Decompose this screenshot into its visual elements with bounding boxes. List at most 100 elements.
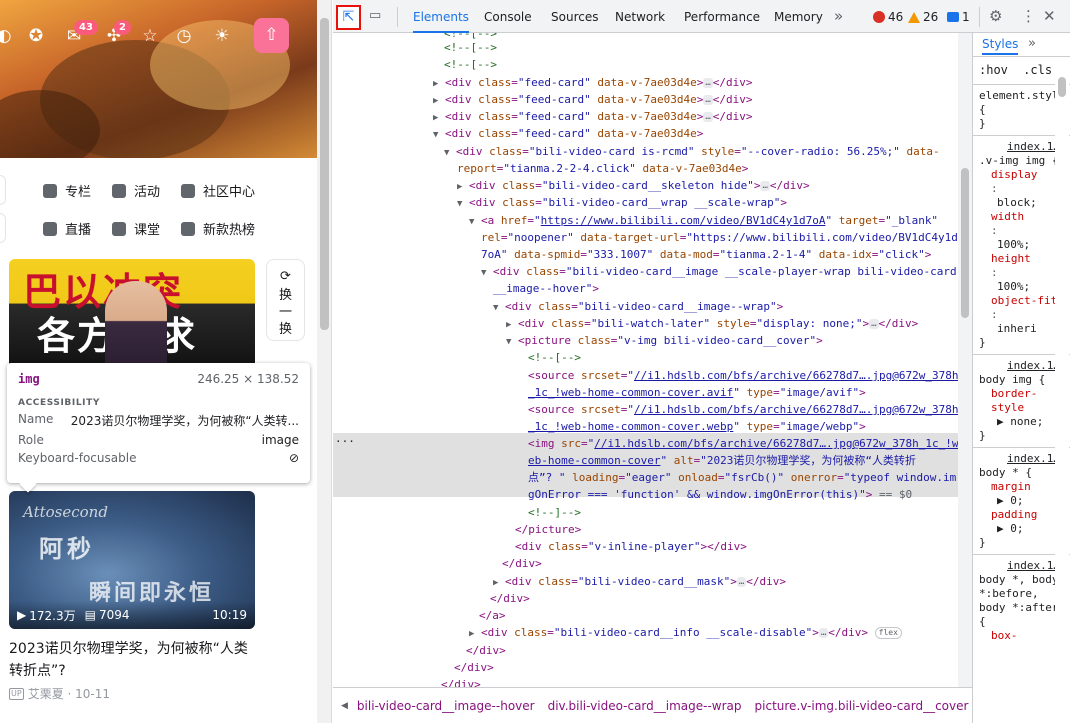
not-focusable-icon: ⊘ — [288, 451, 299, 465]
tab-elements[interactable]: Elements — [413, 0, 469, 33]
channel-stub-2[interactable] — [0, 213, 6, 243]
styles-tabbar: Styles » — [973, 33, 1070, 57]
message-count[interactable]: 1 — [947, 10, 970, 24]
favorites-icon[interactable]: ☆ — [140, 26, 160, 46]
nav-column[interactable]: 专栏 — [43, 181, 91, 200]
column-icon — [43, 183, 57, 198]
tree-line[interactable]: 7oA" data-spmid="333.1007" data-mod="tia… — [333, 246, 958, 263]
up-badge: UP — [9, 687, 24, 700]
tree-line[interactable]: </div> — [333, 555, 958, 572]
danmaku-count: 7094 — [98, 608, 130, 622]
refresh-icon: ⟳ — [280, 269, 291, 284]
creator-icon[interactable]: ☀ — [212, 26, 232, 46]
tab-memory[interactable]: Memory — [774, 0, 823, 33]
tree-line[interactable]: <source srcset="//i1.hdslb.com/bfs/archi… — [333, 367, 958, 384]
device-toolbar-icon[interactable]: ▭ — [369, 8, 385, 24]
history-icon[interactable]: ◷ — [174, 26, 194, 46]
styles-scrollbar[interactable] — [1055, 57, 1069, 723]
nav-community[interactable]: 社区中心 — [181, 181, 255, 200]
thumbnail-overlay-top: Attosecond — [23, 503, 108, 521]
tree-line[interactable]: </div> — [333, 676, 958, 687]
tab-sources[interactable]: Sources — [551, 0, 598, 33]
video-card-thumbnail-1[interactable]: 巴以冲突 各方诉求 — [9, 259, 255, 369]
video-author[interactable]: UP 艾栗夏 · 10-11 — [9, 685, 110, 702]
danmaku-icon: ▤ — [84, 608, 96, 622]
tab-console[interactable]: Console — [484, 0, 532, 33]
play-count: 172.3万 — [29, 608, 76, 623]
close-icon[interactable]: ✕ — [1043, 8, 1056, 24]
avatar[interactable]: ◐ — [0, 26, 14, 46]
upload-button[interactable]: ⇧ — [254, 18, 289, 53]
tree-line[interactable]: </div> — [333, 590, 958, 607]
channel-stub-1[interactable] — [0, 175, 6, 205]
tab-network[interactable]: Network — [615, 0, 665, 33]
tree-line[interactable]: eb-home-common-cover" alt="2023诺贝尔物理学奖，为… — [333, 452, 958, 469]
thumbnail-overlay-mid: 阿秒 — [39, 535, 95, 563]
tree-line[interactable]: rel="noopener" data-target-url="https://… — [333, 229, 958, 246]
settings-gear-icon[interactable]: ⚙ — [989, 8, 1002, 24]
tab-performance[interactable]: Performance — [684, 0, 760, 33]
devtools-toolbar: ⇱ ▭ Elements Console Sources Network Per… — [333, 0, 1070, 33]
breadcrumb-item[interactable]: bili-video-card__image--hover — [357, 699, 535, 713]
nav-live[interactable]: 直播 — [43, 219, 91, 238]
tree-line[interactable]: ▶ <div class="bili-video-card__info __sc… — [333, 624, 958, 643]
refresh-button[interactable]: ⟳ 换一换 — [266, 259, 305, 341]
tooltip-role-label: Role — [18, 433, 44, 447]
video-title[interactable]: 2023诺贝尔物理学奖，为何被称“人类转折点”? — [9, 638, 255, 682]
video-card-thumbnail-2[interactable]: Attosecond 阿秒 瞬间即永恒 ▶ 172.3万 ▤ 7094 10:1… — [9, 491, 255, 629]
tree-line[interactable]: <!--[--> — [333, 56, 958, 73]
tree-line[interactable]: </a> — [333, 607, 958, 624]
breadcrumb-item[interactable]: div.bili-video-card__image--wrap — [548, 699, 742, 713]
tree-line[interactable]: <div class="v-inline-player"></div> — [333, 538, 958, 555]
warning-icon — [908, 11, 920, 23]
nav-course[interactable]: 课堂 — [112, 219, 160, 238]
error-icon — [873, 11, 885, 23]
nav-hot[interactable]: 新款热榜 — [181, 219, 255, 238]
tree-line[interactable]: <!--]--> — [333, 504, 958, 521]
more-panes-icon[interactable]: » — [1028, 36, 1036, 51]
page-scrollbar[interactable] — [317, 0, 332, 723]
hov-toggle[interactable]: :hov — [979, 63, 1008, 77]
breadcrumb-item[interactable]: picture.v-img.bili-video-card__cover — [755, 699, 969, 713]
error-count[interactable]: 46 — [873, 10, 903, 24]
message-icon — [947, 12, 959, 22]
warning-count[interactable]: 26 — [908, 10, 938, 24]
tree-line[interactable]: </picture> — [333, 521, 958, 538]
author-date: 艾栗夏 · 10-11 — [27, 687, 111, 701]
inspect-element-icon[interactable]: ⇱ — [336, 5, 361, 30]
tree-line[interactable]: gOnError === 'function' && window.imgOnE… — [333, 486, 958, 503]
kebab-menu-icon[interactable]: ⋮ — [1021, 8, 1036, 24]
tab-styles[interactable]: Styles — [982, 37, 1019, 55]
tree-line[interactable]: <!--[--> — [333, 39, 958, 56]
tree-line[interactable]: ▼ <div class="bili-video-card__wrap __sc… — [333, 194, 958, 213]
cls-toggle[interactable]: .cls — [1023, 63, 1052, 77]
more-tabs-icon[interactable]: » — [834, 8, 843, 24]
thumbnail-person — [105, 281, 167, 369]
tree-line[interactable]: <img src="//i1.hdslb.com/bfs/archive/662… — [333, 435, 958, 452]
hot-icon — [181, 221, 195, 236]
tree-line[interactable]: </div> — [333, 642, 958, 659]
nav-activity[interactable]: 活动 — [112, 181, 160, 200]
tree-line[interactable]: report="tianma.2-2-4.click" data-v-7ae03… — [333, 160, 958, 177]
tree-line[interactable]: __image--hover"> — [333, 280, 958, 297]
elements-tree[interactable]: <!--[--> <!--[--> <!--[--> ▶ <div class=… — [333, 33, 958, 687]
course-icon — [112, 221, 126, 236]
refresh-label: 换一换 — [278, 288, 292, 337]
tree-line[interactable]: ▼ <div class="feed-card" data-v-7ae03d4e… — [333, 125, 958, 144]
tree-line[interactable]: _1c_!web-home-common-cover.avif" type="i… — [333, 384, 958, 401]
elements-scrollbar[interactable] — [958, 33, 972, 687]
video-stats: ▶ 172.3万 ▤ 7094 10:19 — [9, 601, 255, 629]
tree-line[interactable]: </div> — [333, 659, 958, 676]
vip-icon[interactable]: ✪ — [26, 26, 46, 46]
tree-line[interactable]: 点”? " loading="eager" onload="fsrCb()" o… — [333, 469, 958, 486]
breadcrumb-left-icon[interactable]: ◀ — [341, 701, 348, 711]
tooltip-tag: img — [18, 372, 40, 386]
message-icon[interactable]: ✉ 43 — [64, 20, 98, 46]
dynamic-icon[interactable]: ✣ 2 — [104, 20, 131, 46]
breadcrumb: ◀ bili-video-card__image--hover div.bili… — [333, 687, 972, 723]
tooltip-size: 246.25 × 138.52 — [197, 372, 299, 386]
tooltip-name-label: Name — [18, 412, 54, 426]
tree-line[interactable]: <!--[--> — [333, 349, 958, 366]
tooltip-name-value: 2023诺贝尔物理学奖，为何被称“人类转... — [70, 414, 299, 428]
tree-line[interactable]: <source srcset="//i1.hdslb.com/bfs/archi… — [333, 401, 958, 418]
